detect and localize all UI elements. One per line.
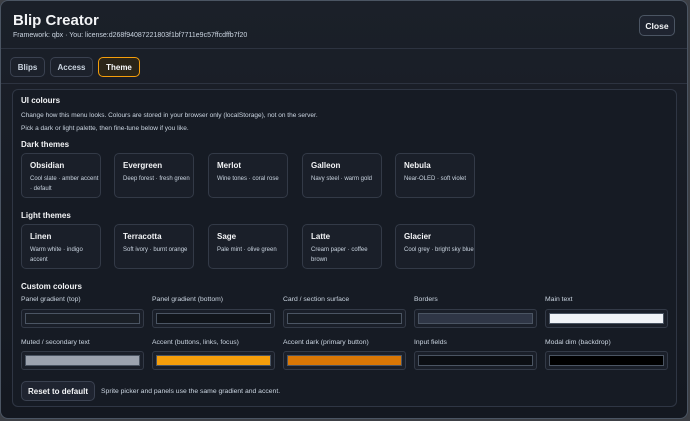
tab-divider xyxy=(1,83,687,84)
theme-name: Latte xyxy=(311,232,331,241)
colour-input-input-fields[interactable] xyxy=(414,351,537,370)
theme-description: Navy steel · warm gold xyxy=(311,176,373,182)
theme-name: Nebula xyxy=(404,161,431,170)
custom-colour-label: Accent dark (primary button) xyxy=(283,339,369,346)
section-description: Change how this menu looks. Colours are … xyxy=(21,112,318,119)
custom-colour-label: Panel gradient (top) xyxy=(21,296,81,303)
footer-hint: Sprite picker and panels use the same gr… xyxy=(101,388,281,395)
window-title: Blip Creator xyxy=(13,12,99,29)
theme-card-merlot[interactable]: Merlot Wine tones · coral rose xyxy=(208,153,288,198)
theme-name: Glacier xyxy=(404,232,432,241)
theme-description: Cool slate · amber accent · default xyxy=(30,176,99,192)
colour-swatch xyxy=(156,313,271,324)
theme-card-linen[interactable]: Linen Warm white · indigo accent xyxy=(21,224,101,269)
custom-colour-label: Panel gradient (bottom) xyxy=(152,296,224,303)
blip-creator-modal: Blip Creator Framework: qbx · You: licen… xyxy=(0,0,688,419)
colour-input-panel-top[interactable] xyxy=(21,309,144,328)
theme-name: Merlot xyxy=(217,161,241,170)
light-themes-heading: Light themes xyxy=(21,211,71,220)
colour-swatch xyxy=(25,355,140,366)
theme-description: Near-OLED · soft violet xyxy=(404,176,467,182)
colour-swatch xyxy=(549,355,664,366)
theme-description: Soft ivory · burnt orange xyxy=(123,247,188,253)
colour-input-surface[interactable] xyxy=(283,309,406,328)
section-title: UI colours xyxy=(21,96,61,105)
colour-input-borders[interactable] xyxy=(414,309,537,328)
custom-colour-label: Borders xyxy=(414,296,438,303)
custom-colour-label: Accent (buttons, links, focus) xyxy=(152,339,239,346)
custom-colour-label: Input fields xyxy=(414,339,447,346)
custom-colours-heading: Custom colours xyxy=(21,282,82,291)
theme-description: Cool grey · bright sky blue xyxy=(404,247,474,253)
theme-name: Evergreen xyxy=(123,161,163,170)
colour-input-accent-dark[interactable] xyxy=(283,351,406,370)
colour-input-modal-dim[interactable] xyxy=(545,351,668,370)
colour-swatch xyxy=(549,313,664,324)
theme-card-obsidian[interactable]: Obsidian Cool slate · amber accent · def… xyxy=(21,153,101,198)
theme-card-evergreen[interactable]: Evergreen Deep forest · fresh green xyxy=(114,153,194,198)
tab-blips[interactable]: Blips xyxy=(10,57,45,77)
theme-name: Galleon xyxy=(311,161,341,170)
theme-card-latte[interactable]: Latte Cream paper · coffee brown xyxy=(302,224,382,269)
tab-theme[interactable]: Theme xyxy=(98,57,140,77)
window-subtitle: Framework: qbx · You: license:d268f94087… xyxy=(13,32,248,39)
custom-colour-label: Main text xyxy=(545,296,573,303)
section-hint: Pick a dark or light palette, then fine-… xyxy=(21,125,189,132)
colour-input-muted-text[interactable] xyxy=(21,351,144,370)
close-button[interactable]: Close xyxy=(639,15,675,36)
colour-swatch xyxy=(287,313,402,324)
theme-description: Cream paper · coffee brown xyxy=(311,247,368,263)
theme-name: Sage xyxy=(217,232,237,241)
colour-input-accent[interactable] xyxy=(152,351,275,370)
theme-card-terracotta[interactable]: Terracotta Soft ivory · burnt orange xyxy=(114,224,194,269)
theme-description: Deep forest · fresh green xyxy=(123,176,190,182)
theme-card-glacier[interactable]: Glacier Cool grey · bright sky blue xyxy=(395,224,475,269)
custom-colour-label: Muted / secondary text xyxy=(21,339,90,346)
reset-to-default-button[interactable]: Reset to default xyxy=(21,381,95,401)
colour-input-main-text[interactable] xyxy=(545,309,668,328)
theme-name: Linen xyxy=(30,232,52,241)
theme-card-nebula[interactable]: Nebula Near-OLED · soft violet xyxy=(395,153,475,198)
dark-themes-heading: Dark themes xyxy=(21,140,70,149)
colour-swatch xyxy=(156,355,271,366)
theme-description: Pale mint · olive green xyxy=(217,247,277,253)
theme-description: Wine tones · coral rose xyxy=(217,176,279,182)
colour-swatch xyxy=(418,355,533,366)
custom-colour-label: Modal dim (backdrop) xyxy=(545,339,611,346)
theme-name: Obsidian xyxy=(30,161,65,170)
header-divider xyxy=(1,48,687,49)
colour-swatch xyxy=(287,355,402,366)
colour-swatch xyxy=(418,313,533,324)
colour-swatch xyxy=(25,313,140,324)
theme-name: Terracotta xyxy=(123,232,162,241)
custom-colour-label: Card / section surface xyxy=(283,296,350,303)
colour-input-panel-bottom[interactable] xyxy=(152,309,275,328)
theme-description: Warm white · indigo accent xyxy=(30,247,83,263)
tab-access[interactable]: Access xyxy=(50,57,93,77)
ui-colours-panel: UI colours Change how this menu looks. C… xyxy=(12,89,677,407)
theme-card-galleon[interactable]: Galleon Navy steel · warm gold xyxy=(302,153,382,198)
theme-card-sage[interactable]: Sage Pale mint · olive green xyxy=(208,224,288,269)
